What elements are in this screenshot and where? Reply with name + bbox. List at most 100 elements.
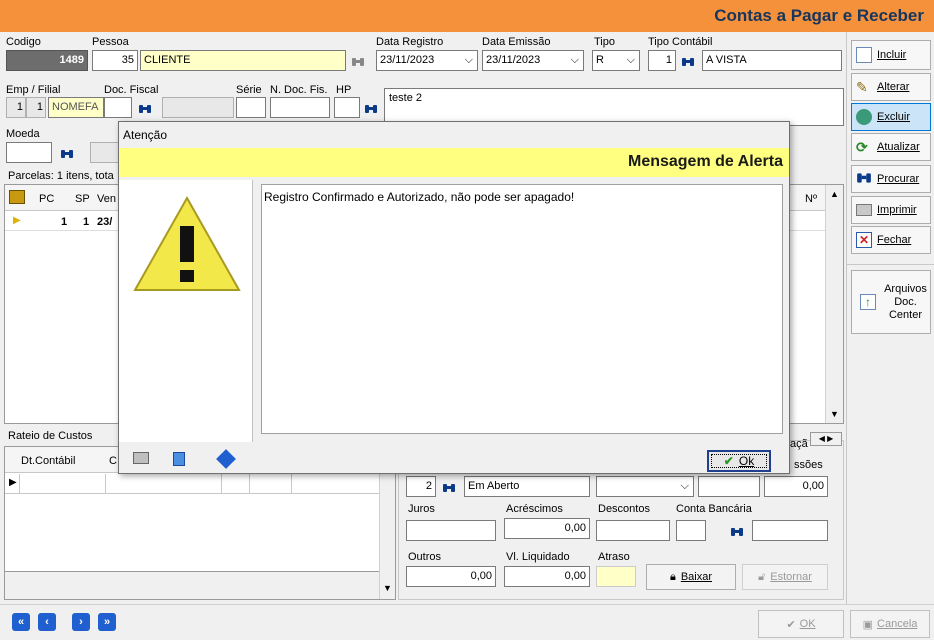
cell-divider [221,474,222,494]
rateio-title: Rateio de Custos [8,430,93,442]
emp-name-field[interactable]: NOMEFA [48,97,104,118]
binoculars-icon[interactable] [138,103,154,117]
next-record-icon[interactable]: › [72,613,90,631]
tipo-contabil-id-field[interactable]: 1 [648,50,676,71]
serie-field[interactable] [236,97,266,118]
outros-field[interactable]: 0,00 [406,566,496,587]
data-registro-field[interactable]: 23/11/2023 ⌵ [376,50,478,71]
dialog-ok-label: Ok [738,454,755,468]
chevron-down-icon: ⌵ [464,54,473,66]
tipo-select[interactable]: R ⌵ [592,50,640,71]
conta-bancaria-name-field[interactable] [752,520,828,541]
binoculars-icon[interactable] [730,526,746,540]
doc-fiscal-label: Doc. Fiscal [104,84,159,96]
last-record-icon[interactable]: » [98,613,116,631]
dialog-title: Atenção [123,128,168,142]
baixar-label: Baixar [680,571,713,583]
binoculars-icon[interactable] [442,482,458,496]
ok-button[interactable]: ✔ OK [758,610,844,638]
incluir-label: Incluir [877,49,907,61]
excluir-button[interactable]: Excluir [851,103,931,131]
row-pointer-icon: ▶ [13,215,21,226]
cell-divider [249,474,250,494]
procurar-button[interactable]: Procurar [851,165,931,193]
fechar-button[interactable]: ✕ Fechar [851,226,931,254]
binoculars-icon[interactable] [681,56,697,70]
status-name-field[interactable]: Em Aberto [464,476,590,497]
pessoa-label: Pessoa [92,36,129,48]
binoculars-icon [856,171,872,187]
vl-liquidado-label: Vl. Liquidado [506,551,570,563]
data-emissao-field[interactable]: 23/11/2023 ⌵ [482,50,584,71]
first-record-icon[interactable]: « [12,613,30,631]
vertical-scrollbar[interactable]: ▲ ▼ [825,185,843,423]
comissoes-label: ssões [794,459,823,471]
lock-icon: 🔒︎ [669,570,676,583]
detalhes-select[interactable]: ⌵ [596,476,694,497]
tab-acao-label[interactable]: açã [790,438,808,450]
row-pointer-icon: ▶ [9,477,17,488]
conta-bancaria-id-field[interactable] [676,520,706,541]
detalhes-field[interactable] [698,476,760,497]
descontos-field[interactable] [596,520,670,541]
delete-icon [856,109,872,125]
doc-fiscal-field[interactable] [104,97,132,118]
conta-bancaria-label: Conta Bancária [676,503,752,515]
doc-fiscal-desc-field [162,97,234,118]
binoculars-icon[interactable] [364,103,380,117]
scroll-up-icon[interactable]: ▲ [830,189,839,199]
emp-filial-label: Emp / Filial [6,84,61,96]
arquivos-doc-center-button[interactable]: ↑ Arquivos Doc. Center [851,270,931,334]
filial-field[interactable]: 1 [26,97,46,118]
binoculars-icon[interactable] [351,56,367,70]
cell-divider [105,474,106,494]
chevron-down-icon: ⌵ [680,480,689,492]
acrescimos-field[interactable]: 0,00 [504,518,590,539]
printer-icon[interactable] [9,190,25,204]
table-row[interactable]: ▶ [5,474,379,494]
incluir-button[interactable]: Incluir [851,40,931,70]
chevron-down-icon: ⌵ [570,54,579,66]
comissoes-field[interactable]: 0,00 [764,476,828,497]
imprimir-button[interactable]: Imprimir [851,196,931,224]
tab-scroll-arrows[interactable]: ◀ ▶ [810,432,842,446]
previous-record-icon[interactable]: ‹ [38,613,56,631]
info-icon[interactable] [216,449,236,469]
col-header-numero: Nº [805,193,817,205]
serie-label: Série [236,84,262,96]
juros-field[interactable] [406,520,496,541]
tipo-contabil-name-field[interactable]: A VISTA [702,50,842,71]
title-bar: Contas a Pagar e Receber [0,0,934,32]
pessoa-name-field[interactable]: CLIENTE [140,50,346,71]
arquivos-label-line2: Doc. [894,295,917,308]
codigo-field[interactable]: 1489 [6,50,88,71]
cancela-button[interactable]: ▣ Cancela [850,610,930,638]
printer-icon[interactable] [133,452,149,464]
procurar-label: Procurar [877,173,920,185]
scroll-down-icon[interactable]: ▼ [830,409,839,419]
copy-icon[interactable] [173,452,185,466]
alterar-button[interactable]: ✎ Alterar [851,73,931,101]
binoculars-icon[interactable] [60,148,76,162]
col-header-dt-contabil: Dt.Contábil [21,455,76,467]
rateio-footer [5,571,379,599]
emp-field[interactable]: 1 [6,97,26,118]
arquivos-label-line3: Center [888,308,923,321]
cell-ven: 23/ [97,216,113,228]
data-emissao-value: 23/11/2023 [486,54,541,66]
scroll-down-icon[interactable]: ▼ [383,583,392,593]
dialog-ok-button[interactable]: ✔ Ok [707,450,771,472]
check-icon: ✔ [723,454,734,468]
estornar-button[interactable]: 🔓︎ Estornar [742,564,828,590]
right-toolbar: Incluir ✎ Alterar Excluir ⟳ Atualizar Pr… [846,32,934,604]
printer-icon [856,204,872,216]
status-id-field[interactable]: 2 [406,476,436,497]
hp-field[interactable] [334,97,360,118]
moeda-field[interactable] [6,142,52,163]
atualizar-button[interactable]: ⟳ Atualizar [851,133,931,161]
baixar-button[interactable]: 🔒︎ Baixar [646,564,736,590]
ndoc-fis-field[interactable] [270,97,330,118]
vl-liquidado-field[interactable]: 0,00 [504,566,590,587]
pessoa-id-field[interactable]: 35 [92,50,138,71]
outros-label: Outros [408,551,442,563]
